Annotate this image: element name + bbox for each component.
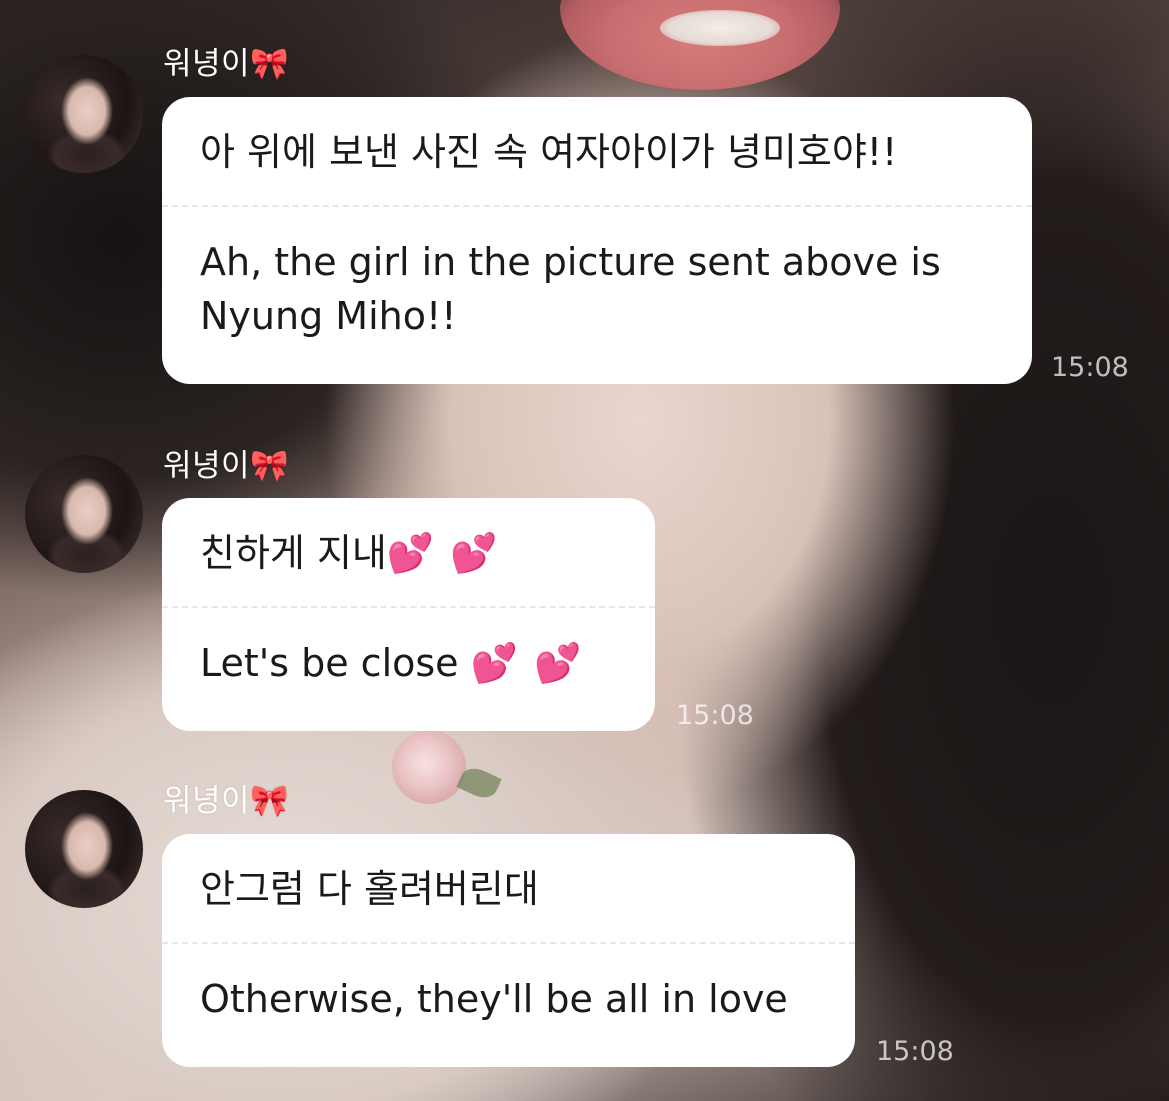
sender-name-text: 워녕이 <box>163 46 251 82</box>
korean-text: 아 위에 보낸 사진 속 여자아이가 녕미호야!! <box>200 130 898 174</box>
sender-name-text: 워녕이 <box>163 783 251 819</box>
sender-name-text: 워녕이 <box>163 448 251 484</box>
bow-icon: 🎀 <box>250 448 290 484</box>
avatar[interactable] <box>25 790 143 908</box>
avatar[interactable] <box>25 55 143 173</box>
bow-icon: 🎀 <box>250 783 290 819</box>
sender-name: 워녕이🎀 <box>163 440 289 485</box>
sender-name: 워녕이🎀 <box>163 775 289 820</box>
korean-line: 친하게 지내💕 💕 <box>200 498 617 606</box>
hearts-icon: 💕 💕 <box>470 641 584 685</box>
hearts-icon: 💕 💕 <box>386 531 500 575</box>
chat-screen: 워녕이🎀 아 위에 보낸 사진 속 여자아이가 녕미호야!! Ah, the g… <box>0 0 1169 1101</box>
avatar[interactable] <box>25 455 143 573</box>
korean-text: 안그럼 다 홀려버린대 <box>200 867 539 911</box>
english-text: Ah, the girl in the picture sent above i… <box>200 240 941 338</box>
timestamp: 15:08 <box>676 700 754 731</box>
korean-text: 친하게 지내 <box>200 531 387 575</box>
background-photo-rose <box>392 730 466 804</box>
timestamp: 15:08 <box>876 1036 954 1067</box>
message-bubble[interactable]: 친하게 지내💕 💕 Let's be close 💕 💕 <box>162 498 655 731</box>
message-bubble[interactable]: 안그럼 다 홀려버린대 Otherwise, they'll be all in… <box>162 834 855 1067</box>
background-photo-teeth <box>660 10 780 46</box>
message-bubble[interactable]: 아 위에 보낸 사진 속 여자아이가 녕미호야!! Ah, the girl i… <box>162 97 1032 384</box>
english-line: Let's be close 💕 💕 <box>200 608 617 718</box>
english-text: Otherwise, they'll be all in love <box>200 977 788 1021</box>
timestamp: 15:08 <box>1051 352 1129 383</box>
english-text: Let's be close <box>200 641 459 685</box>
sender-name: 워녕이🎀 <box>163 38 289 83</box>
bow-icon: 🎀 <box>250 46 290 82</box>
